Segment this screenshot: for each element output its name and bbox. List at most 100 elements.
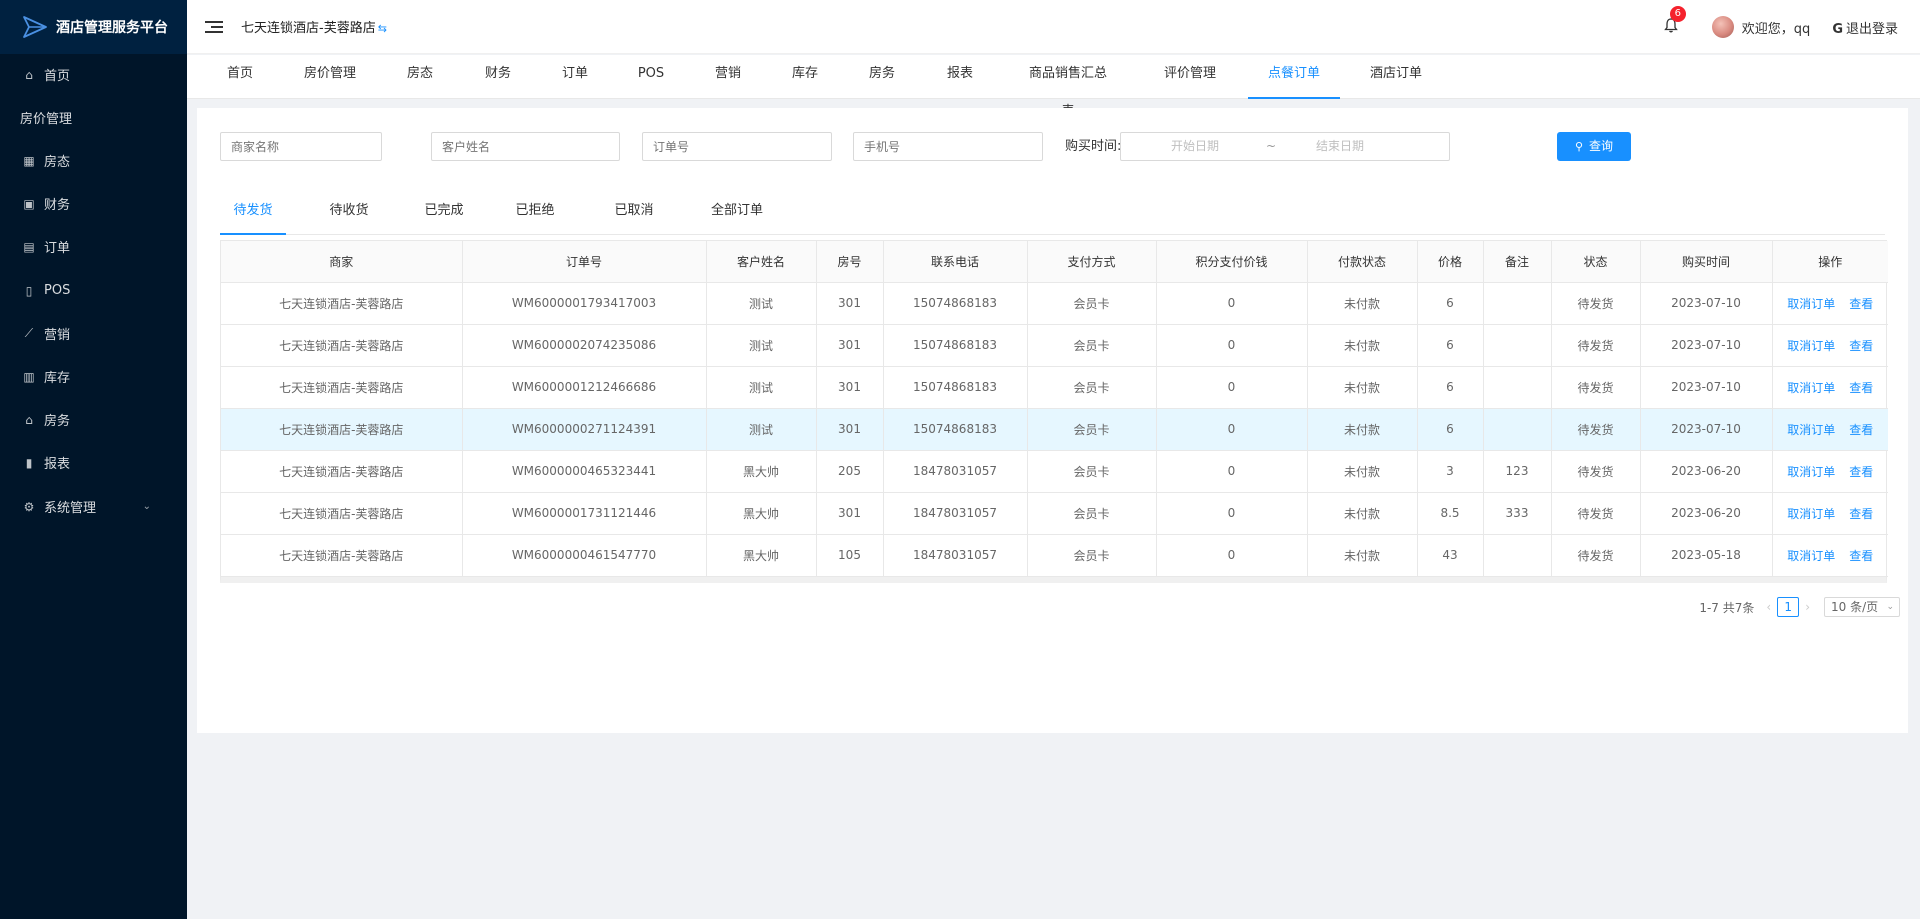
view-order-link[interactable]: 查看 bbox=[1849, 549, 1873, 563]
sidebar-item-label: 首页 bbox=[44, 69, 71, 84]
row-actions: 取消订单 查看 bbox=[1772, 282, 1888, 325]
table-row[interactable]: 七天连锁酒店-芙蓉路店 WM6000000461547770 黑大帅 105 18478… bbox=[221, 534, 1888, 577]
cancel-order-link[interactable]: 取消订单 bbox=[1787, 339, 1835, 353]
sidebar-item-10[interactable]: ⚙ 系统管理 ⌄ bbox=[0, 485, 187, 528]
status-tab-5[interactable]: 全部订单 bbox=[702, 190, 772, 235]
table-row[interactable]: 七天连锁酒店-芙蓉路店 WM6000001731121446 黑大帅 301 18478… bbox=[221, 492, 1888, 535]
sidebar-item-1[interactable]: 房价管理 bbox=[0, 96, 187, 139]
sidebar-item-0[interactable]: ⌂ 首页 bbox=[0, 53, 187, 96]
customer-name-input[interactable] bbox=[431, 132, 620, 161]
view-order-link[interactable]: 查看 bbox=[1849, 423, 1873, 437]
table-row[interactable]: 七天连锁酒店-芙蓉路店 WM6000001793417003 测试 301 150748… bbox=[221, 282, 1888, 325]
sidebar-item-9[interactable]: ▮ 报表 bbox=[0, 441, 187, 484]
row-actions: 取消订单 查看 bbox=[1772, 534, 1888, 577]
sidebar-item-label: 营销 bbox=[44, 328, 71, 343]
table-cell: WM6000002074235086 bbox=[462, 324, 707, 367]
menu-fold-icon[interactable] bbox=[205, 20, 223, 33]
sidebar-item-8[interactable]: ⌂ 房务 bbox=[0, 398, 187, 441]
table-cell: 七天连锁酒店-芙蓉路店 bbox=[221, 450, 463, 493]
header: 七天连锁酒店-芙蓉路店 ⇆ 6 欢迎您，qq G 退出登录 bbox=[187, 0, 1920, 54]
nav-tab-3[interactable]: 财务 bbox=[458, 55, 538, 99]
table-cell: 205 bbox=[816, 450, 884, 493]
cancel-order-link[interactable]: 取消订单 bbox=[1787, 381, 1835, 395]
cancel-order-link[interactable]: 取消订单 bbox=[1787, 423, 1835, 437]
table-row[interactable]: 七天连锁酒店-芙蓉路店 WM6000000271124391 测试 301 150748… bbox=[221, 408, 1888, 451]
nav-tab-10[interactable]: 商品销售汇总表 bbox=[1028, 55, 1108, 119]
avatar[interactable] bbox=[1711, 16, 1734, 38]
logout-button[interactable]: G 退出登录 bbox=[1832, 18, 1898, 37]
nav-tab-13[interactable]: 酒店订单 bbox=[1356, 55, 1436, 99]
hotel-selector[interactable]: 七天连锁酒店-芙蓉路店 ⇆ bbox=[241, 17, 387, 36]
status-tab-2[interactable]: 已完成 bbox=[409, 190, 479, 235]
table-row[interactable]: 七天连锁酒店-芙蓉路店 WM6000001212466686 测试 301 150748… bbox=[221, 366, 1888, 409]
view-order-link[interactable]: 查看 bbox=[1849, 381, 1873, 395]
nav-tab-12[interactable]: 点餐订单 bbox=[1248, 55, 1340, 99]
next-page-icon[interactable]: › bbox=[1805, 600, 1810, 614]
view-order-link[interactable]: 查看 bbox=[1849, 339, 1873, 353]
view-order-link[interactable]: 查看 bbox=[1849, 507, 1873, 521]
table-cell: 2023-07-10 bbox=[1640, 324, 1773, 367]
nav-tab-8[interactable]: 房务 bbox=[842, 55, 922, 99]
row-actions: 取消订单 查看 bbox=[1772, 492, 1888, 535]
table-row[interactable]: 七天连锁酒店-芙蓉路店 WM6000002074235086 测试 301 150748… bbox=[221, 324, 1888, 367]
nav-tab-7[interactable]: 库存 bbox=[765, 55, 845, 99]
nav-tab-5[interactable]: POS bbox=[611, 55, 691, 99]
table-row[interactable]: 七天连锁酒店-芙蓉路店 WM6000000465323441 黑大帅 205 18478… bbox=[221, 450, 1888, 493]
sidebar-item-label: 系统管理 bbox=[44, 501, 97, 516]
table-cell bbox=[1483, 282, 1552, 325]
range-separator: ~ bbox=[1266, 139, 1277, 153]
sidebar-item-label: 报表 bbox=[44, 457, 71, 472]
cancel-order-link[interactable]: 取消订单 bbox=[1787, 297, 1835, 311]
table-cell: 0 bbox=[1156, 324, 1308, 367]
table-cell: 15074868183 bbox=[883, 408, 1028, 451]
sidebar: 酒店管理服务平台 ⌂ 首页 房价管理 ▦ 房态 ▣ 财务 ▤ 订单 ▯ POS ⟋ 营销 ▥ 库存 ⌂ 房务 ▮ 报… bbox=[0, 0, 187, 919]
nav-tab-1[interactable]: 房价管理 bbox=[290, 55, 370, 99]
sidebar-item-4[interactable]: ▤ 订单 bbox=[0, 225, 187, 268]
sidebar-item-3[interactable]: ▣ 财务 bbox=[0, 182, 187, 225]
table-cell: WM6000001731121446 bbox=[462, 492, 707, 535]
nav-tab-11[interactable]: 评价管理 bbox=[1150, 55, 1230, 99]
notification-bell[interactable]: 6 bbox=[1663, 5, 1686, 37]
status-tab-4[interactable]: 已取消 bbox=[599, 190, 669, 235]
table-cell: 15074868183 bbox=[883, 282, 1028, 325]
nav-tab-2[interactable]: 房态 bbox=[380, 55, 460, 99]
cancel-order-link[interactable]: 取消订单 bbox=[1787, 507, 1835, 521]
table-cell: 2023-05-18 bbox=[1640, 534, 1773, 577]
phone-input[interactable] bbox=[853, 132, 1043, 161]
nav-tab-4[interactable]: 订单 bbox=[535, 55, 615, 99]
date-range-picker[interactable]: 开始日期 ~ 结束日期 bbox=[1120, 132, 1450, 161]
query-button[interactable]: ⚲ 查询 bbox=[1557, 132, 1631, 161]
table-cell: 黑大帅 bbox=[706, 492, 817, 535]
prev-page-icon[interactable]: ‹ bbox=[1766, 600, 1771, 614]
view-order-link[interactable]: 查看 bbox=[1849, 465, 1873, 479]
sidebar-item-7[interactable]: ▥ 库存 bbox=[0, 355, 187, 398]
sidebar-item-6[interactable]: ⟋ 营销 bbox=[0, 312, 187, 355]
table-cell: 18478031057 bbox=[883, 450, 1028, 493]
view-order-link[interactable]: 查看 bbox=[1849, 297, 1873, 311]
status-tab-3[interactable]: 已拒绝 bbox=[500, 190, 570, 235]
nav-tab-9[interactable]: 报表 bbox=[920, 55, 1000, 99]
sidebar-item-5[interactable]: ▯ POS bbox=[0, 269, 187, 312]
table-cell: 七天连锁酒店-芙蓉路店 bbox=[221, 534, 463, 577]
sidebar-item-2[interactable]: ▦ 房态 bbox=[0, 139, 187, 182]
nav-tab-6[interactable]: 营销 bbox=[688, 55, 768, 99]
merchant-name-input[interactable] bbox=[220, 132, 382, 161]
table-cell: 15074868183 bbox=[883, 366, 1028, 409]
app-logo[interactable]: 酒店管理服务平台 bbox=[0, 0, 187, 54]
status-tab-1[interactable]: 待收货 bbox=[314, 190, 384, 235]
end-date[interactable]: 结束日期 bbox=[1316, 133, 1364, 160]
cancel-order-link[interactable]: 取消订单 bbox=[1787, 465, 1835, 479]
start-date[interactable]: 开始日期 bbox=[1171, 133, 1219, 160]
column-header: 备注 bbox=[1483, 241, 1552, 283]
swap-icon[interactable]: ⇆ bbox=[378, 22, 387, 35]
hotel-name: 七天连锁酒店-芙蓉路店 bbox=[241, 21, 376, 36]
table-cell: 会员卡 bbox=[1027, 366, 1157, 409]
status-tab-0[interactable]: 待发货 bbox=[220, 190, 286, 235]
paper-plane-icon bbox=[23, 16, 47, 38]
page-1-button[interactable]: 1 bbox=[1777, 597, 1800, 617]
cancel-order-link[interactable]: 取消订单 bbox=[1787, 549, 1835, 563]
page-size-select[interactable]: 10 条/页 ⌄ bbox=[1824, 597, 1900, 617]
nav-tab-0[interactable]: 首页 bbox=[200, 55, 280, 99]
logout-label: 退出登录 bbox=[1845, 21, 1898, 37]
order-number-input[interactable] bbox=[642, 132, 832, 161]
